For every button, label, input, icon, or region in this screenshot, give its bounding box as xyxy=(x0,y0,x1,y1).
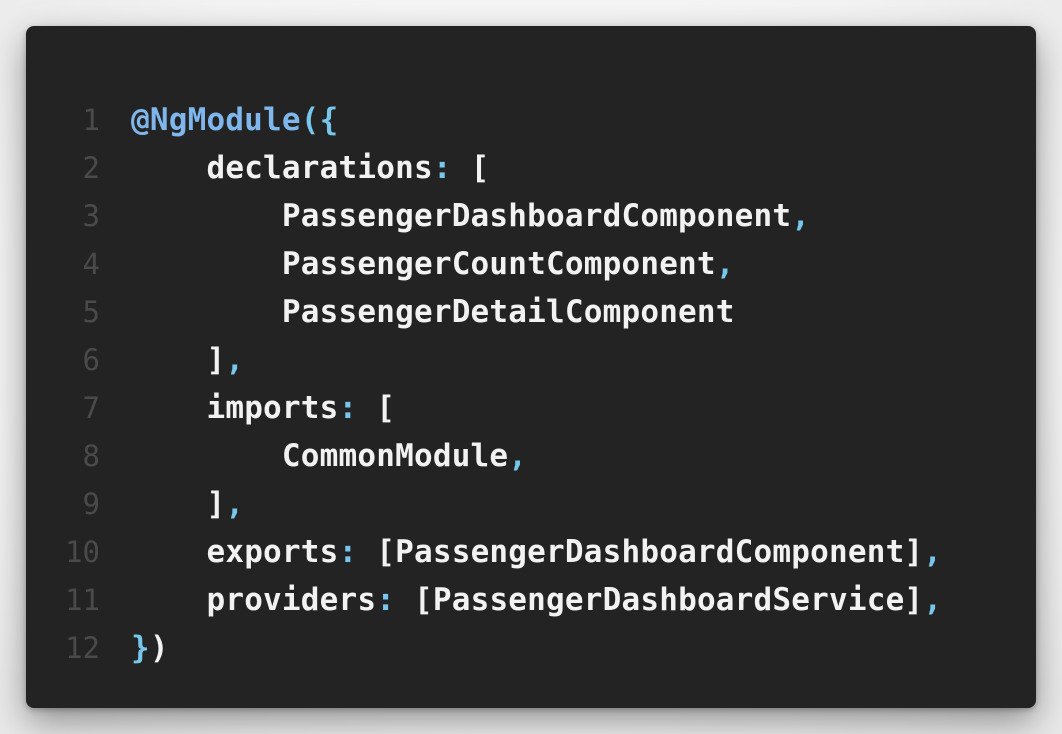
code-text: ], xyxy=(131,480,244,528)
line-number: 11 xyxy=(65,583,100,617)
code-token-deco: @NgModule xyxy=(131,102,301,138)
code-token-punct: , xyxy=(791,198,811,234)
code-text: exports: [PassengerDashboardComponent], xyxy=(131,528,942,576)
code-text: CommonModule, xyxy=(131,432,527,480)
code-line: 6 ], xyxy=(26,336,1036,384)
code-token-ident: CommonModule xyxy=(281,438,509,474)
code-token-punct: } xyxy=(131,630,150,666)
code-line: 9 ], xyxy=(26,480,1036,528)
code-text: imports: [ xyxy=(131,384,395,432)
code-token-ident: exports xyxy=(206,534,339,570)
code-token-punct: , xyxy=(923,534,943,570)
code-text: declarations: [ xyxy=(131,144,489,192)
code-line: 2 declarations: [ xyxy=(26,144,1036,192)
code-line: 3 PassengerDashboardComponent, xyxy=(26,192,1036,240)
code-token-ident: providers xyxy=(206,582,377,618)
code-token-bracket: [ xyxy=(376,390,396,426)
code-text: PassengerDetailComponent xyxy=(131,288,735,336)
code-token-bracket: ] xyxy=(206,342,226,378)
code-line: 10 exports: [PassengerDashboardComponent… xyxy=(26,528,1036,576)
code-line: 7 imports: [ xyxy=(26,384,1036,432)
code-token-ident: declarations xyxy=(206,150,433,186)
code-line: 11 providers: [PassengerDashboardService… xyxy=(26,576,1036,624)
code-token-bracket: ] xyxy=(206,486,226,522)
code-token-ident: imports xyxy=(206,390,339,426)
code-text: PassengerCountComponent, xyxy=(131,240,735,288)
line-number: 7 xyxy=(82,391,100,425)
code-text: @NgModule({ xyxy=(131,96,339,144)
code-line: 5 PassengerDetailComponent xyxy=(26,288,1036,336)
code-token-bracket: ) xyxy=(149,630,169,666)
line-number: 1 xyxy=(82,103,100,137)
code-token-ident: PassengerDetailComponent xyxy=(281,294,735,330)
code-token-punct: , xyxy=(508,438,528,474)
code-window: 1 @NgModule({2 declarations: [3 Passenger… xyxy=(26,26,1036,708)
code-token-punct: : xyxy=(432,150,471,186)
line-number: 10 xyxy=(65,535,100,569)
code-block: 1 @NgModule({2 declarations: [3 Passenger… xyxy=(26,96,1036,672)
code-text: providers: [PassengerDashboardService], xyxy=(131,576,942,624)
line-number: 5 xyxy=(82,295,100,329)
code-token-punct: , xyxy=(923,582,943,618)
line-number: 6 xyxy=(82,343,100,377)
code-line: 1 @NgModule({ xyxy=(26,96,1036,144)
code-token-punct: , xyxy=(225,342,245,378)
code-text: }) xyxy=(131,624,169,672)
code-token-punct: : xyxy=(376,582,414,618)
code-token-punct: : xyxy=(338,534,377,570)
code-token-punct: , xyxy=(715,246,735,282)
code-line: 8 CommonModule, xyxy=(26,432,1036,480)
line-number: 8 xyxy=(82,439,100,473)
code-token-bracket: [ xyxy=(470,150,490,186)
code-token-bracket: [PassengerDashboardComponent] xyxy=(376,534,924,570)
line-number: 9 xyxy=(82,487,100,521)
code-token-bracket: [PassengerDashboardService] xyxy=(413,582,924,618)
line-number: 2 xyxy=(82,151,100,185)
code-token-ident: PassengerCountComponent xyxy=(281,246,716,282)
code-line: 4 PassengerCountComponent, xyxy=(26,240,1036,288)
code-text: PassengerDashboardComponent, xyxy=(131,192,810,240)
code-token-punct: , xyxy=(225,486,245,522)
code-text: ], xyxy=(131,336,244,384)
code-token-ident: PassengerDashboardComponent xyxy=(281,198,792,234)
code-token-punct: : xyxy=(338,390,377,426)
line-number: 12 xyxy=(65,631,100,665)
line-number: 4 xyxy=(82,247,100,281)
line-number: 3 xyxy=(82,199,100,233)
code-line: 12}) xyxy=(26,624,1036,672)
code-token-punct: ({ xyxy=(300,102,339,138)
